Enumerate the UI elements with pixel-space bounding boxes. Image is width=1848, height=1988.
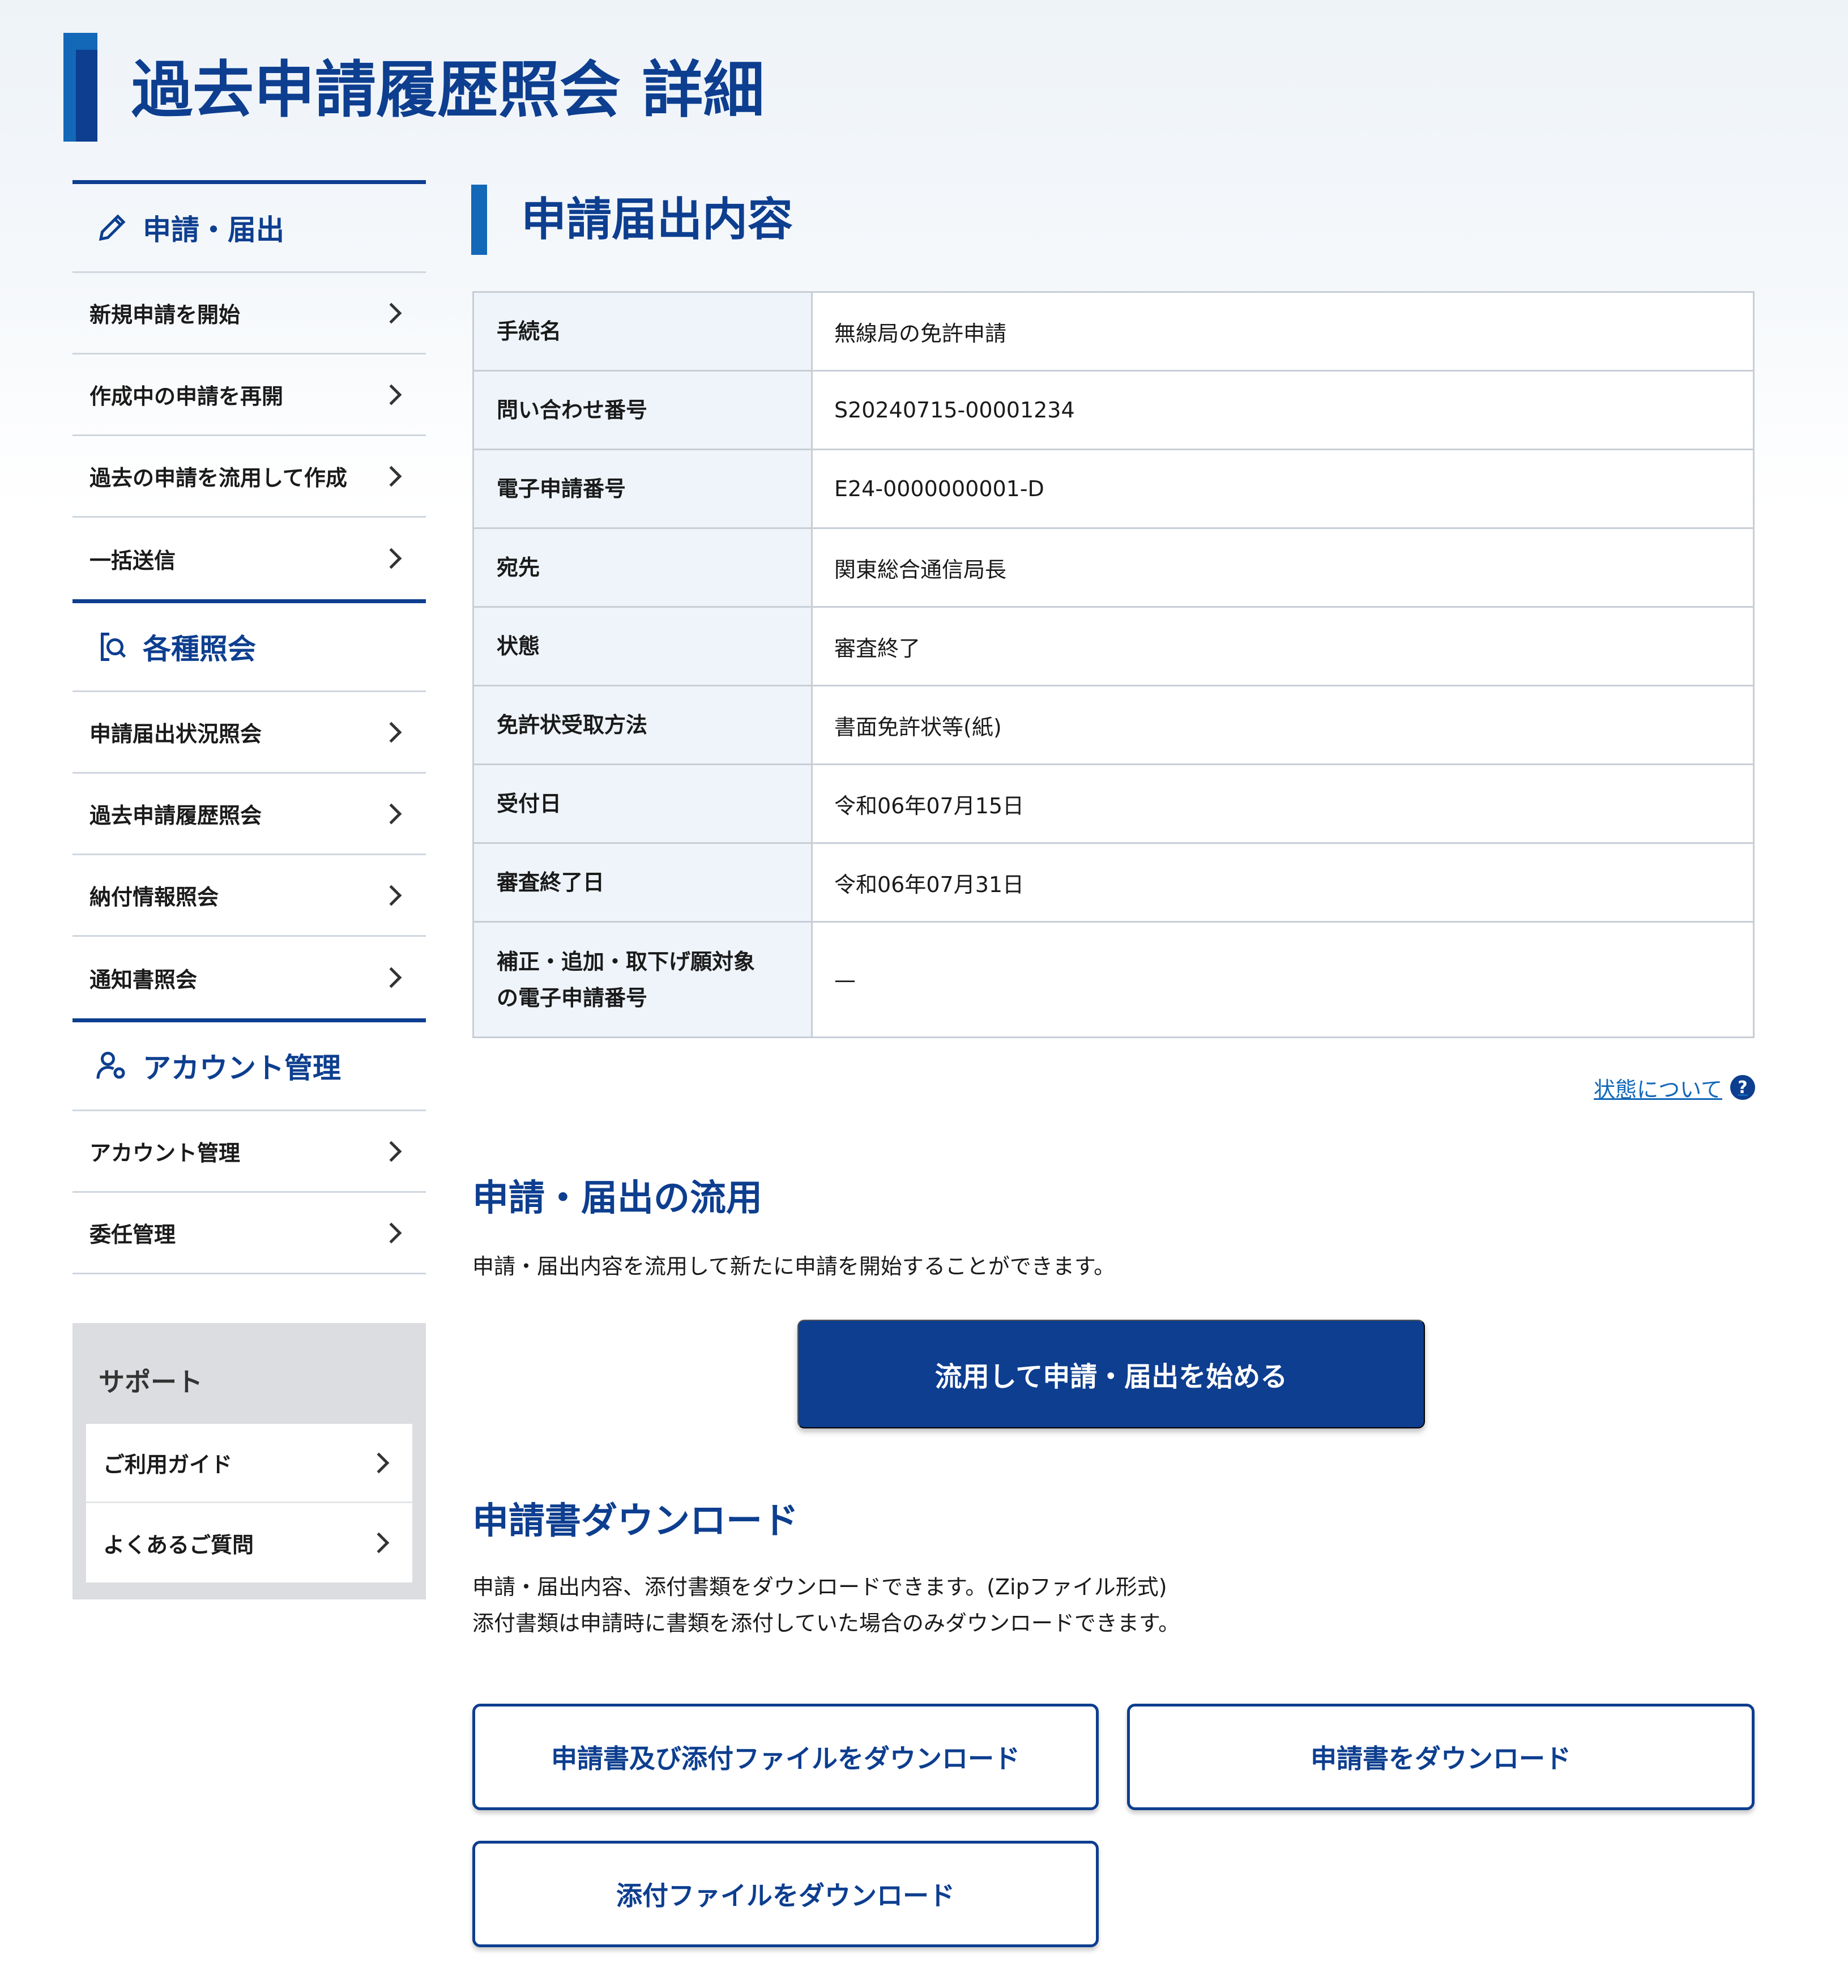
- sidebar-item-reuse-past[interactable]: 過去の申請を流用して作成: [72, 436, 426, 518]
- table-value: S20240715-00001234: [811, 370, 1755, 450]
- chevron-right-icon: [368, 1532, 390, 1554]
- table-row: 審査終了日 令和06年07月31日: [472, 842, 1755, 923]
- table-row: 手続名 無線局の免許申請: [472, 291, 1755, 372]
- support-item-faq[interactable]: よくあるご質問: [86, 1503, 412, 1582]
- page-title: 過去申請履歴照会 詳細: [131, 55, 765, 126]
- sidebar-item-new-application[interactable]: 新規申請を開始: [72, 273, 426, 355]
- table-value: E24-0000000001-D: [811, 449, 1755, 529]
- table-row: 状態 審査終了: [472, 606, 1755, 686]
- table-value: 令和06年07月31日: [811, 842, 1755, 923]
- chevron-right-icon: [381, 967, 402, 988]
- chevron-right-icon: [381, 548, 402, 569]
- sidebar-item-notice-inquiry[interactable]: 通知書照会: [72, 937, 426, 1018]
- chevron-right-icon: [381, 1222, 402, 1243]
- sidebar-item-resume-draft[interactable]: 作成中の申請を再開: [72, 355, 426, 436]
- reuse-heading: 申請・届出の流用: [472, 1178, 762, 1219]
- sidebar-section-application: 申請・届出: [72, 180, 426, 273]
- table-row: 宛先 関東総合通信局長: [472, 527, 1755, 608]
- table-row: 問い合わせ番号 S20240715-00001234: [472, 370, 1755, 450]
- question-icon: ?: [1730, 1075, 1755, 1100]
- support-item-user-guide[interactable]: ご利用ガイド: [86, 1424, 412, 1503]
- table-key: 問い合わせ番号: [472, 370, 813, 450]
- sidebar-item-label: 新規申請を開始: [89, 302, 241, 327]
- table-row: 電子申請番号 E24-0000000001-D: [472, 449, 1755, 529]
- sidebar-section-label: 申請・届出: [143, 214, 284, 246]
- sidebar-item-label: アカウント管理: [89, 1141, 241, 1166]
- sidebar-item-label: 一括送信: [89, 548, 176, 573]
- table-value: 審査終了: [811, 606, 1755, 686]
- table-key-line: の電子申請番号: [497, 985, 648, 1010]
- support-item-label: ご利用ガイド: [103, 1452, 233, 1477]
- download-attachments-button[interactable]: 添付ファイルをダウンロード: [472, 1841, 1099, 1947]
- sidebar-nav: 申請・届出 新規申請を開始 作成中の申請を再開 過去の申請を流用して作成 一括送…: [72, 180, 426, 1274]
- sidebar-item-label: 作成中の申請を再開: [89, 384, 284, 409]
- table-key: 手続名: [472, 291, 813, 372]
- sidebar-section-inquiry: 各種照会: [72, 599, 426, 692]
- sidebar-item-account-management[interactable]: アカウント管理: [72, 1111, 426, 1193]
- download-description-line2: 添付書類は申請時に書類を添付していた場合のみダウンロードできます。: [472, 1611, 1180, 1636]
- table-key: 審査終了日: [472, 842, 813, 923]
- support-title: サポート: [99, 1367, 203, 1397]
- reuse-description: 申請・届出内容を流用して新たに申請を開始することができます。: [472, 1254, 1116, 1279]
- table-key-line: 補正・追加・取下げ願対象: [497, 949, 756, 974]
- table-value: 書面免許状等(紙): [811, 685, 1755, 765]
- title-accent-bar: [63, 33, 97, 142]
- chevron-right-icon: [381, 885, 402, 906]
- table-key: 宛先: [472, 527, 813, 608]
- table-key: 補正・追加・取下げ願対象 の電子申請番号: [472, 921, 813, 1038]
- download-all-button[interactable]: 申請書及び添付ファイルをダウンロード: [472, 1704, 1099, 1810]
- download-application-button[interactable]: 申請書をダウンロード: [1127, 1704, 1755, 1810]
- sidebar-item-history-inquiry[interactable]: 過去申請履歴照会: [72, 774, 426, 855]
- chevron-right-icon: [381, 803, 402, 824]
- download-description-line1: 申請・届出内容、添付書類をダウンロードできます。(Zipファイル形式): [472, 1575, 1167, 1599]
- section-accent-bar: [471, 185, 487, 255]
- sidebar-item-label: 納付情報照会: [89, 885, 219, 910]
- sidebar-item-label: 申請届出状況照会: [89, 722, 262, 746]
- search-document-icon: [95, 630, 129, 664]
- table-row: 補正・追加・取下げ願対象 の電子申請番号 —: [472, 921, 1755, 1038]
- pencil-icon: [95, 211, 129, 245]
- support-panel: サポート ご利用ガイド よくあるご質問: [72, 1323, 426, 1599]
- sidebar-item-label: 委任管理: [89, 1222, 176, 1247]
- application-details-table: 手続名 無線局の免許申請 問い合わせ番号 S20240715-00001234 電子…: [472, 291, 1755, 1038]
- section-title: 申請届出内容: [521, 193, 793, 246]
- table-value: —: [811, 921, 1755, 1038]
- table-key: 免許状受取方法: [472, 685, 813, 765]
- sidebar-item-payment-inquiry[interactable]: 納付情報照会: [72, 855, 426, 937]
- sidebar-item-label: 通知書照会: [89, 967, 198, 992]
- download-heading: 申請書ダウンロード: [472, 1500, 799, 1542]
- table-row: 免許状受取方法 書面免許状等(紙): [472, 685, 1755, 765]
- sidebar-section-account: アカウント管理: [72, 1018, 426, 1111]
- sidebar-item-label: 過去の申請を流用して作成: [89, 466, 347, 490]
- sidebar-item-delegation-management[interactable]: 委任管理: [72, 1193, 426, 1274]
- sidebar-section-label: アカウント管理: [143, 1052, 341, 1085]
- support-item-label: よくあるご質問: [103, 1532, 254, 1558]
- chevron-right-icon: [381, 1141, 402, 1162]
- chevron-right-icon: [381, 384, 402, 405]
- chevron-right-icon: [381, 302, 402, 323]
- chevron-right-icon: [381, 466, 402, 487]
- table-key: 電子申請番号: [472, 449, 813, 529]
- table-key: 受付日: [472, 763, 813, 844]
- table-value: 関東総合通信局長: [811, 527, 1755, 608]
- reuse-start-button[interactable]: 流用して申請・届出を始める: [797, 1320, 1425, 1428]
- table-key: 状態: [472, 606, 813, 686]
- status-help-link-label: 状態について: [1594, 1077, 1722, 1102]
- sidebar-item-label: 過去申請履歴照会: [89, 803, 262, 828]
- chevron-right-icon: [381, 722, 402, 743]
- sidebar-item-status-inquiry[interactable]: 申請届出状況照会: [72, 692, 426, 774]
- user-gear-icon: [95, 1049, 129, 1083]
- status-help-link[interactable]: 状態について ?: [1594, 1070, 1755, 1104]
- table-value: 無線局の免許申請: [811, 291, 1755, 372]
- table-value: 令和06年07月15日: [811, 763, 1755, 844]
- sidebar-section-label: 各種照会: [143, 633, 256, 665]
- sidebar-item-bulk-send[interactable]: 一括送信: [72, 518, 426, 599]
- chevron-right-icon: [368, 1452, 390, 1473]
- table-row: 受付日 令和06年07月15日: [472, 763, 1755, 844]
